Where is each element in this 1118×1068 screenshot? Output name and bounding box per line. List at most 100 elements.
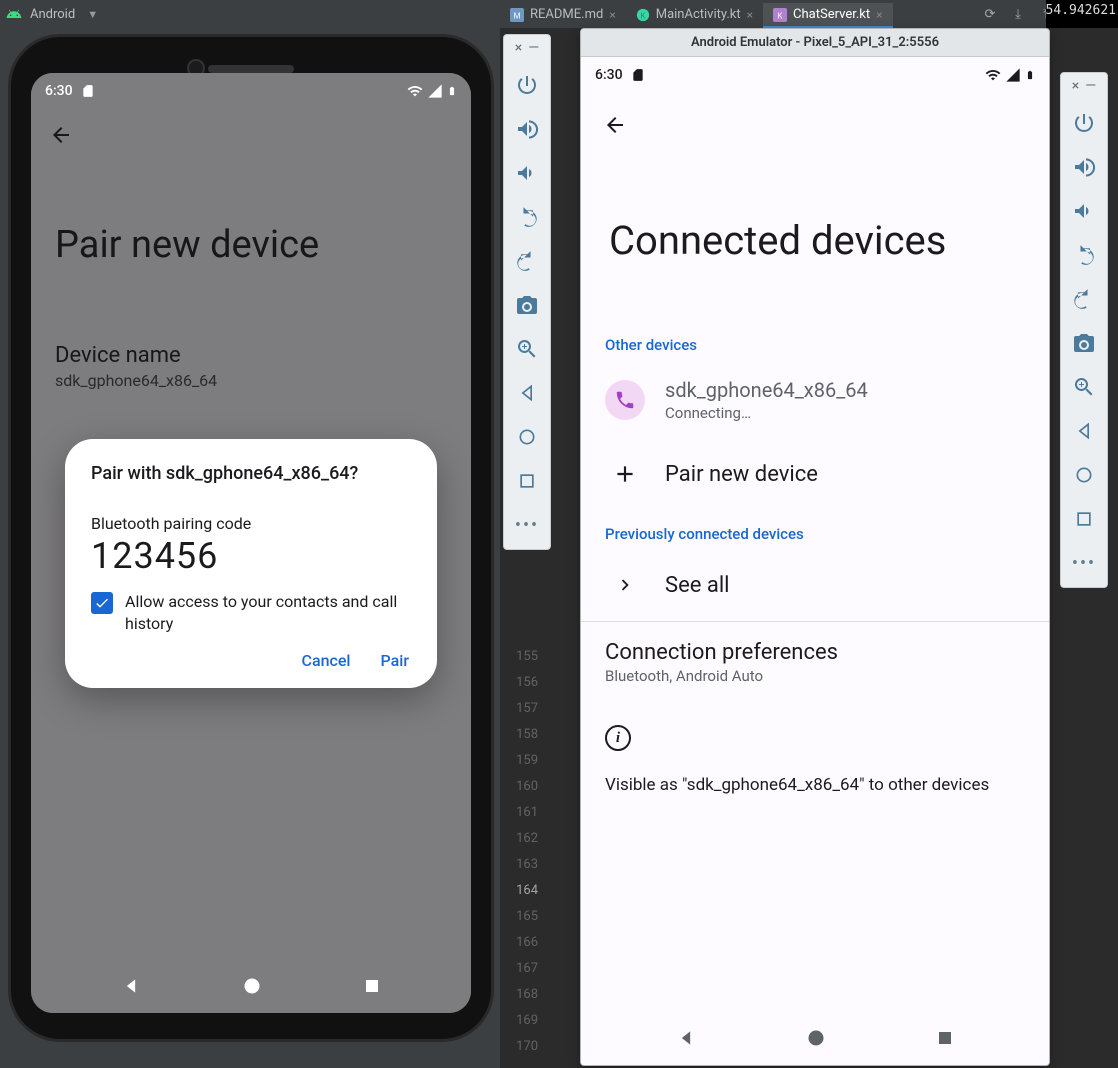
line-number: 168: [500, 982, 544, 1008]
camera-icon[interactable]: [509, 285, 545, 325]
connecting-device-row[interactable]: sdk_gphone64_x86_64 Connecting…: [581, 362, 1049, 438]
connection-preferences-title: Connection preferences: [605, 640, 1025, 665]
line-number: 165: [500, 904, 544, 930]
line-number: 166: [500, 930, 544, 956]
emulator-right-window: Android Emulator - Pixel_5_API_31_2:5556…: [580, 28, 1050, 1066]
tab-main-activity[interactable]: K MainActivity.kt ×: [626, 3, 763, 28]
line-number: 170: [500, 1034, 544, 1060]
tab-close-icon[interactable]: ×: [747, 8, 753, 22]
nav-home-button[interactable]: [806, 1028, 826, 1052]
android-nav-bar: [31, 963, 471, 1013]
volume-up-icon[interactable]: [509, 109, 545, 149]
visible-as-text: Visible as "sdk_gphone64_x86_64" to othe…: [581, 765, 1049, 795]
connection-preferences-row[interactable]: Connection preferences Bluetooth, Androi…: [581, 622, 1049, 691]
power-icon[interactable]: [509, 65, 545, 105]
see-all-label: See all: [665, 573, 730, 598]
pair-button[interactable]: Pair: [381, 651, 409, 670]
line-number: 156: [500, 670, 544, 696]
download-icon[interactable]: ⤓: [1006, 2, 1030, 26]
visible-as-row: i: [581, 711, 1049, 765]
more-icon[interactable]: •••: [509, 505, 545, 545]
android-icon: [6, 6, 22, 22]
emulator-right-screen[interactable]: 6:30 Connected devices Other devices: [581, 57, 1049, 1065]
close-icon[interactable]: ×: [1072, 79, 1079, 93]
sd-card-icon: [631, 68, 645, 82]
rotate-right-icon[interactable]: [509, 241, 545, 281]
emulator-left-device: Pair new device Device name sdk_gphone64…: [8, 34, 494, 1042]
allow-contacts-checkbox-row[interactable]: Allow access to your contacts and call h…: [91, 591, 401, 635]
rotate-left-icon[interactable]: [509, 197, 545, 237]
nav-back-button[interactable]: [121, 976, 141, 1000]
volume-down-icon[interactable]: [1066, 191, 1102, 231]
device-status: Connecting…: [665, 404, 868, 422]
checkbox-checked-icon[interactable]: [91, 592, 113, 614]
line-number: 158: [500, 722, 544, 748]
kotlin-file-icon: K: [636, 8, 650, 22]
markdown-file-icon: M: [510, 8, 524, 22]
cellular-icon: [427, 83, 443, 99]
pairing-code-value: 123456: [91, 535, 411, 577]
tab-label: README.md: [530, 7, 603, 22]
zoom-in-icon[interactable]: [1066, 367, 1102, 407]
tab-close-icon[interactable]: ×: [609, 8, 615, 22]
emulator-left-screen[interactable]: Pair new device Device name sdk_gphone64…: [31, 73, 471, 1013]
other-devices-label: Other devices: [605, 336, 697, 354]
line-number: 160: [500, 774, 544, 800]
line-number: 159: [500, 748, 544, 774]
wifi-icon: [985, 67, 1001, 83]
line-number: 157: [500, 696, 544, 722]
nav-back-icon[interactable]: [1066, 411, 1102, 451]
camera-icon[interactable]: [1066, 323, 1102, 363]
kotlin-file-icon: K: [773, 8, 787, 22]
pairing-dialog: Pair with sdk_gphone64_x86_64? Bluetooth…: [65, 439, 437, 688]
line-number: 162: [500, 826, 544, 852]
emulator-window-title: Android Emulator - Pixel_5_API_31_2:5556: [581, 29, 1049, 57]
page-title: Connected devices: [609, 217, 946, 264]
nav-back-icon[interactable]: [509, 373, 545, 413]
nav-back-button[interactable]: [676, 1028, 696, 1052]
status-bar: 6:30: [581, 57, 1049, 93]
minimize-icon[interactable]: —: [528, 41, 539, 55]
android-nav-bar: [581, 1015, 1049, 1065]
nav-home-icon[interactable]: [509, 417, 545, 457]
sd-card-icon: [81, 84, 95, 98]
sync-icon[interactable]: ⟳: [978, 2, 1002, 26]
see-all-row[interactable]: See all: [581, 549, 1049, 621]
dropdown-icon: ▼: [87, 8, 98, 21]
line-number: 155: [500, 644, 544, 670]
volume-down-icon[interactable]: [509, 153, 545, 193]
nav-overview-button[interactable]: [363, 977, 381, 999]
chevron-right-icon: [614, 574, 636, 596]
volume-up-icon[interactable]: [1066, 147, 1102, 187]
nav-home-button[interactable]: [242, 976, 262, 1000]
line-number: 161: [500, 800, 544, 826]
nav-overview-icon[interactable]: [1066, 499, 1102, 539]
previously-connected-label: Previously connected devices: [605, 525, 804, 543]
nav-overview-icon[interactable]: [509, 461, 545, 501]
tab-readme[interactable]: M README.md ×: [500, 3, 626, 28]
nav-overview-button[interactable]: [936, 1029, 954, 1051]
rotate-right-icon[interactable]: [1066, 279, 1102, 319]
cancel-button[interactable]: Cancel: [302, 651, 351, 670]
device-name: sdk_gphone64_x86_64: [665, 378, 868, 402]
close-icon[interactable]: ×: [515, 41, 522, 55]
power-icon[interactable]: [1066, 103, 1102, 143]
info-icon: i: [605, 725, 631, 751]
rotate-left-icon[interactable]: [1066, 235, 1102, 275]
back-button[interactable]: [603, 113, 627, 141]
tab-chat-server[interactable]: K ChatServer.kt ×: [763, 3, 893, 28]
wifi-icon: [407, 83, 423, 99]
project-selector[interactable]: Android: [26, 7, 79, 22]
plus-icon: [612, 461, 638, 487]
connection-preferences-sub: Bluetooth, Android Auto: [605, 667, 1025, 685]
line-number: 163: [500, 852, 544, 878]
minimize-icon[interactable]: —: [1085, 79, 1096, 93]
emulator-right-toolbar: × — •••: [1060, 72, 1108, 588]
emulator-left-toolbar: × — •••: [503, 34, 551, 550]
pair-new-device-row[interactable]: Pair new device: [581, 438, 1049, 510]
tab-close-icon[interactable]: ×: [876, 8, 882, 22]
nav-home-icon[interactable]: [1066, 455, 1102, 495]
arrow-back-icon: [603, 113, 627, 137]
more-icon[interactable]: •••: [1066, 543, 1102, 583]
zoom-in-icon[interactable]: [509, 329, 545, 369]
